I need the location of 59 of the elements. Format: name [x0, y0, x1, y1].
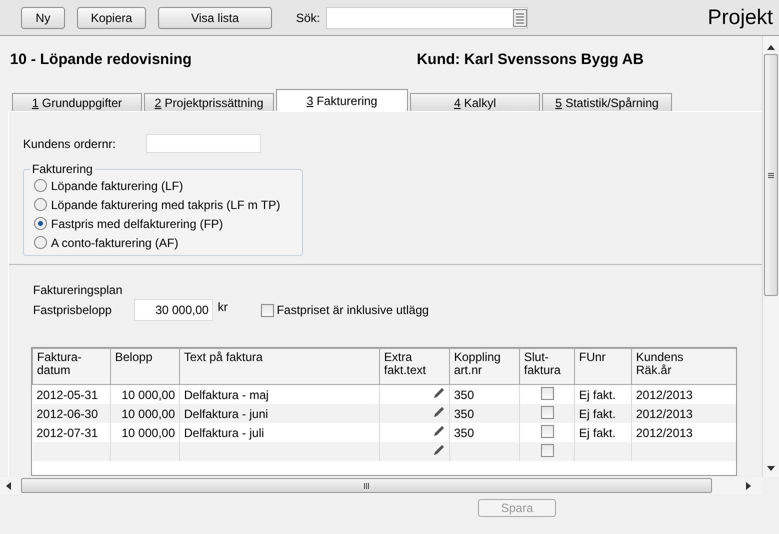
table-cell: Delfaktura - juni	[180, 404, 380, 423]
order-label: Kundens ordernr:	[23, 136, 116, 150]
search-label: Sök:	[296, 10, 320, 24]
pencil-icon[interactable]	[433, 406, 445, 418]
window-title: Projekt	[708, 6, 773, 30]
group-title: Fakturering	[31, 162, 94, 176]
table-cell: 2012/2013	[632, 404, 736, 423]
toolbar-button[interactable]: Visa lista	[158, 6, 272, 28]
checkbox[interactable]	[540, 406, 554, 418]
column-header[interactable]: Text på faktura	[180, 348, 380, 384]
table-cell: Ej fakt.	[574, 404, 632, 423]
column-header[interactable]: Koppling art.nr	[450, 348, 520, 384]
column-header[interactable]: Kundens Räk.år	[632, 348, 736, 384]
checkbox-label: Fastpriset är inklusive utlägg	[276, 303, 429, 317]
radio-label: Löpande fakturering med takpris (LF m TP)	[51, 198, 280, 212]
scroll-down-icon[interactable]	[767, 466, 775, 471]
column-header[interactable]: FUnr	[574, 348, 632, 384]
radio-label: Fastpris med delfakturering (FP)	[51, 216, 224, 230]
scroll-up-icon[interactable]	[767, 45, 775, 50]
column-header[interactable]: Extra fakt.text	[380, 348, 450, 384]
pencil-icon[interactable]	[433, 425, 445, 437]
column-header[interactable]: Belopp	[110, 348, 180, 384]
tab[interactable]: 1 Grunduppgifter	[12, 93, 142, 111]
checkbox[interactable]	[540, 424, 554, 438]
section-title: Faktureringsplan	[33, 283, 124, 297]
tab[interactable]: 4 Kalkyl	[410, 93, 540, 111]
scroll-right-icon[interactable]	[746, 482, 751, 490]
table-cell: 350	[450, 404, 520, 423]
radio-button[interactable]	[34, 198, 47, 211]
project-title: 10 - Löpande redovisning	[10, 51, 192, 70]
radio-label: A conto-fakturering (AF)	[51, 236, 178, 250]
pencil-icon[interactable]	[433, 444, 445, 456]
toolbar-button[interactable]: Ny	[21, 6, 65, 28]
table-cell: 2012-06-30	[32, 404, 110, 423]
order-field[interactable]	[146, 134, 261, 153]
radio-button[interactable]	[34, 179, 47, 192]
unit-label: kr	[218, 300, 228, 314]
list-icon[interactable]	[513, 8, 528, 26]
customer-title: Kund: Karl Svenssons Bygg AB	[416, 51, 644, 70]
amount-field[interactable]: 30 000,00	[134, 299, 213, 321]
table-cell: 10 000,00	[110, 404, 180, 423]
column-header[interactable]: Faktura- datum	[32, 348, 110, 384]
amount-label: Fastprisbelopp	[33, 303, 112, 317]
radio-button[interactable]	[34, 236, 47, 249]
column-header[interactable]: Slut- faktura	[520, 348, 574, 384]
tab[interactable]: 2 Projektprissättning	[144, 93, 274, 111]
pencil-icon[interactable]	[433, 387, 445, 399]
checkbox[interactable]	[540, 386, 554, 400]
checkbox[interactable]	[260, 304, 274, 316]
scrollbar-thumb[interactable]	[21, 478, 712, 493]
radio-button[interactable]	[34, 217, 47, 230]
toolbar-button[interactable]: Kopiera	[77, 6, 146, 28]
scroll-left-icon[interactable]	[6, 482, 11, 490]
search-field[interactable]	[326, 6, 528, 28]
checkbox[interactable]	[540, 444, 554, 456]
scrollbar-thumb[interactable]	[764, 54, 778, 296]
tab[interactable]: 5 Statistik/Spårning	[542, 93, 672, 111]
radio-label: Löpande fakturering (LF)	[51, 178, 184, 192]
tab[interactable]: 3 Fakturering	[276, 89, 408, 111]
